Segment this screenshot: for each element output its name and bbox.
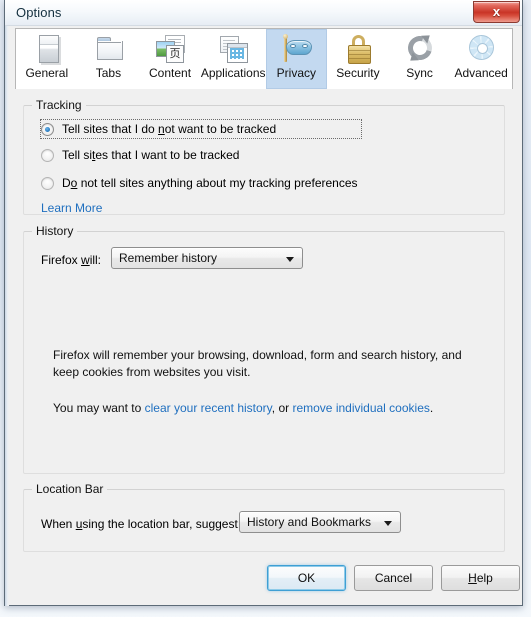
sync-refresh-icon: [403, 31, 437, 65]
tab-sync[interactable]: Sync: [389, 29, 451, 89]
history-mode-value: Remember history: [119, 251, 218, 265]
options-tabstrip: General Tabs 页 Content Applications Priv…: [15, 28, 513, 90]
general-window-icon: [30, 33, 64, 65]
cancel-button-label: Cancel: [374, 571, 413, 585]
advanced-gear-icon: [464, 33, 498, 65]
radio-do-not-track-indicator: [41, 122, 54, 136]
chevron-down-icon: [286, 257, 294, 262]
tab-general[interactable]: General: [16, 29, 78, 89]
tab-general-label: General: [25, 66, 69, 80]
location-bar-suggest-select[interactable]: History and Bookmarks: [239, 511, 401, 533]
radio-do-not-track-label: Tell sites that I do not want to be trac…: [62, 122, 277, 136]
tab-applications[interactable]: Applications: [201, 29, 266, 89]
firefox-will-label: Firefox will:: [41, 253, 102, 267]
history-hint-prefix: You may want to: [53, 401, 145, 415]
dialog-titlebar: Options x: [5, 0, 522, 26]
tab-privacy[interactable]: Privacy: [265, 29, 328, 89]
tab-security[interactable]: Security: [327, 29, 389, 89]
radio-allow-track[interactable]: Tell sites that I want to be tracked: [41, 146, 361, 164]
ok-button[interactable]: OK: [267, 565, 346, 591]
options-dialog: Options x General Tabs 页 Content Applica…: [4, 0, 523, 606]
radio-no-preference[interactable]: Do not tell sites anything about my trac…: [41, 174, 441, 192]
help-button-label: Help: [468, 571, 493, 585]
chevron-down-icon: [384, 521, 392, 526]
location-bar-suggest-value: History and Bookmarks: [247, 515, 372, 529]
history-hint: You may want to clear your recent histor…: [53, 400, 493, 417]
history-description-line1: Firefox will remember your browsing, dow…: [53, 348, 462, 362]
history-description-line2: keep cookies from websites you visit.: [53, 365, 251, 379]
close-icon: x: [492, 4, 501, 19]
close-button[interactable]: x: [473, 1, 520, 23]
privacy-mask-icon: [279, 33, 313, 65]
tabs-folder-icon: [91, 33, 125, 65]
history-legend: History: [32, 224, 78, 238]
tab-advanced[interactable]: Advanced: [450, 29, 512, 89]
dialog-title: Options: [16, 5, 62, 20]
tab-content[interactable]: 页 Content: [139, 29, 201, 89]
radio-allow-track-label: Tell sites that I want to be tracked: [62, 148, 240, 162]
radio-no-preference-indicator: [41, 176, 54, 190]
applications-icon: [216, 33, 250, 65]
radio-allow-track-indicator: [41, 148, 54, 162]
tab-content-label: Content: [149, 66, 192, 80]
tab-privacy-label: Privacy: [276, 66, 317, 80]
content-page-icon: 页: [153, 33, 187, 65]
tab-advanced-label: Advanced: [454, 66, 508, 80]
cancel-button[interactable]: Cancel: [354, 565, 433, 591]
security-lock-icon: [341, 33, 375, 65]
learn-more-link[interactable]: Learn More: [41, 201, 102, 215]
tab-tabs[interactable]: Tabs: [78, 29, 140, 89]
tab-security-label: Security: [336, 66, 380, 80]
tracking-legend: Tracking: [32, 98, 86, 112]
radio-do-not-track[interactable]: Tell sites that I do not want to be trac…: [40, 119, 362, 139]
help-button[interactable]: Help: [441, 565, 520, 591]
history-description: Firefox will remember your browsing, dow…: [53, 347, 493, 381]
radio-no-preference-label: Do not tell sites anything about my trac…: [62, 176, 358, 190]
dialog-left-frame: [5, 0, 9, 606]
history-hint-middle: , or: [271, 401, 293, 415]
clear-recent-history-link[interactable]: clear your recent history: [145, 401, 272, 415]
tab-applications-label: Applications: [200, 66, 266, 80]
dialog-button-bar: OK Cancel Help: [15, 565, 520, 595]
tab-sync-label: Sync: [406, 66, 433, 80]
location-bar-suggest-label: When using the location bar, suggest:: [41, 517, 242, 531]
tab-tabs-label: Tabs: [95, 66, 122, 80]
location-bar-legend: Location Bar: [32, 482, 108, 496]
remove-individual-cookies-link[interactable]: remove individual cookies: [292, 401, 429, 415]
history-hint-suffix: .: [429, 401, 434, 415]
ok-button-label: OK: [297, 571, 316, 585]
history-mode-select[interactable]: Remember history: [111, 247, 303, 269]
privacy-panel: Tracking Tell sites that I do not want t…: [15, 89, 513, 561]
